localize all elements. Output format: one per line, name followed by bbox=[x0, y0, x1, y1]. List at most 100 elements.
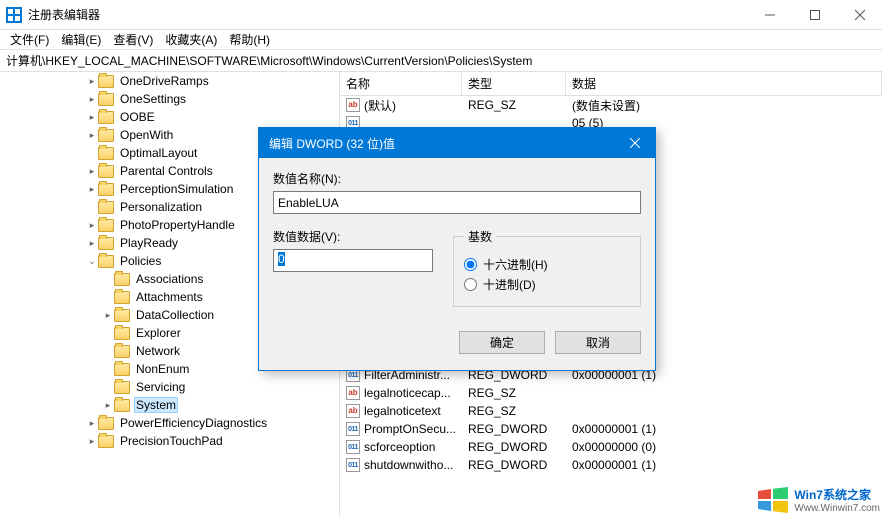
tree-label: System bbox=[134, 397, 178, 413]
tree-label: PerceptionSimulation bbox=[118, 182, 235, 196]
menubar: 文件(F) 编辑(E) 查看(V) 收藏夹(A) 帮助(H) bbox=[0, 30, 882, 50]
list-row[interactable]: (默认)REG_SZ(数值未设置) bbox=[340, 96, 882, 114]
chevron-right-icon[interactable]: ▸ bbox=[102, 310, 114, 321]
menu-favorites[interactable]: 收藏夹(A) bbox=[159, 29, 223, 50]
value-type: REG_SZ bbox=[462, 386, 566, 400]
radix-hex-row[interactable]: 十六进制(H) bbox=[464, 256, 630, 273]
list-header: 名称 类型 数据 bbox=[340, 72, 882, 96]
tree-item[interactable]: ▸OOBE bbox=[0, 108, 339, 126]
chevron-right-icon[interactable]: ▸ bbox=[86, 112, 98, 123]
tree-label: Parental Controls bbox=[118, 164, 215, 178]
value-data: 0x00000001 (1) bbox=[566, 422, 882, 436]
address-bar[interactable]: 计算机\HKEY_LOCAL_MACHINE\SOFTWARE\Microsof… bbox=[0, 50, 882, 72]
dialog-title-text: 编辑 DWORD (32 位)值 bbox=[269, 135, 395, 152]
list-row[interactable]: legalnoticetextREG_SZ bbox=[340, 402, 882, 420]
maximize-button[interactable] bbox=[792, 0, 837, 30]
string-value-icon bbox=[346, 404, 360, 418]
tree-label: NonEnum bbox=[134, 362, 191, 376]
folder-icon bbox=[98, 417, 114, 430]
radix-dec-row[interactable]: 十进制(D) bbox=[464, 276, 630, 293]
close-button[interactable] bbox=[837, 0, 882, 30]
folder-icon bbox=[98, 435, 114, 448]
tree-label: OptimalLayout bbox=[118, 146, 199, 160]
watermark-line1: Win7系统之家 bbox=[794, 486, 880, 503]
tree-item[interactable]: ▸ System bbox=[0, 396, 339, 414]
minimize-button[interactable] bbox=[747, 0, 792, 30]
menu-view[interactable]: 查看(V) bbox=[107, 29, 159, 50]
chevron-right-icon[interactable]: ▸ bbox=[86, 418, 98, 429]
menu-edit[interactable]: 编辑(E) bbox=[55, 29, 107, 50]
value-name-input[interactable] bbox=[273, 191, 641, 214]
col-header-type[interactable]: 类型 bbox=[462, 72, 566, 95]
chevron-right-icon[interactable]: ▸ bbox=[86, 184, 98, 195]
dword-value-icon bbox=[346, 440, 360, 454]
folder-icon bbox=[98, 129, 114, 142]
folder-icon bbox=[114, 327, 130, 340]
folder-icon bbox=[98, 165, 114, 178]
value-type: REG_DWORD bbox=[462, 440, 566, 454]
folder-icon bbox=[98, 75, 114, 88]
dialog-titlebar[interactable]: 编辑 DWORD (32 位)值 bbox=[259, 128, 655, 158]
tree-item[interactable]: Servicing bbox=[0, 378, 339, 396]
menu-help[interactable]: 帮助(H) bbox=[223, 29, 276, 50]
radix-dec-radio[interactable] bbox=[464, 278, 477, 291]
app-icon bbox=[6, 7, 22, 23]
tree-label: OneDriveRamps bbox=[118, 74, 211, 88]
radix-fieldset: 基数 十六进制(H) 十进制(D) bbox=[453, 228, 641, 307]
watermark-line2: Www.Winwin7.com bbox=[794, 503, 880, 514]
tree-item[interactable]: ▸ OneDriveRamps bbox=[0, 72, 339, 90]
folder-icon bbox=[98, 183, 114, 196]
tree-item[interactable]: ▸PrecisionTouchPad bbox=[0, 432, 339, 450]
radix-legend: 基数 bbox=[464, 228, 496, 245]
tree-label: PhotoPropertyHandle bbox=[118, 218, 237, 232]
chevron-right-icon[interactable]: ▸ bbox=[86, 76, 98, 87]
folder-icon bbox=[114, 363, 130, 376]
value-data: (数值未设置) bbox=[566, 97, 882, 114]
col-header-data[interactable]: 数据 bbox=[566, 72, 882, 95]
titlebar: 注册表编辑器 bbox=[0, 0, 882, 30]
folder-icon bbox=[98, 111, 114, 124]
tree-label: OpenWith bbox=[118, 128, 175, 142]
folder-icon bbox=[114, 345, 130, 358]
folder-icon bbox=[114, 399, 130, 412]
edit-dword-dialog: 编辑 DWORD (32 位)值 数值名称(N): 数值数据(V): 0 基数 … bbox=[258, 127, 656, 371]
watermark-icon bbox=[756, 485, 790, 515]
tree-label: Network bbox=[134, 344, 182, 358]
list-row[interactable]: scforceoptionREG_DWORD0x00000000 (0) bbox=[340, 438, 882, 456]
watermark: Win7系统之家 Www.Winwin7.com bbox=[756, 485, 880, 515]
value-name: PromptOnSecu... bbox=[364, 422, 456, 436]
tree-label: OneSettings bbox=[118, 92, 188, 106]
tree-label: Personalization bbox=[118, 200, 204, 214]
ok-button[interactable]: 确定 bbox=[459, 331, 545, 354]
folder-icon bbox=[98, 237, 114, 250]
chevron-right-icon[interactable]: ▸ bbox=[86, 166, 98, 177]
folder-icon bbox=[98, 201, 114, 214]
list-row[interactable]: PromptOnSecu...REG_DWORD0x00000001 (1) bbox=[340, 420, 882, 438]
value-data-input[interactable]: 0 bbox=[273, 249, 433, 272]
value-name-label: 数值名称(N): bbox=[273, 170, 641, 187]
dialog-close-button[interactable] bbox=[615, 128, 655, 158]
list-row[interactable]: shutdownwitho...REG_DWORD0x00000001 (1) bbox=[340, 456, 882, 474]
chevron-right-icon[interactable]: ▸ bbox=[86, 238, 98, 249]
window-title: 注册表编辑器 bbox=[28, 6, 747, 23]
cancel-button[interactable]: 取消 bbox=[555, 331, 641, 354]
menu-file[interactable]: 文件(F) bbox=[4, 29, 55, 50]
radix-hex-radio[interactable] bbox=[464, 258, 477, 271]
col-header-name[interactable]: 名称 bbox=[340, 72, 462, 95]
value-name: legalnoticecap... bbox=[364, 386, 451, 400]
list-row[interactable]: legalnoticecap... REG_SZ bbox=[340, 384, 882, 402]
chevron-right-icon[interactable]: ▸ bbox=[86, 130, 98, 141]
tree-label: Associations bbox=[134, 272, 205, 286]
tree-item[interactable]: ▸ OneSettings bbox=[0, 90, 339, 108]
chevron-right-icon[interactable]: ▸ bbox=[102, 400, 114, 411]
chevron-right-icon[interactable]: ▸ bbox=[86, 220, 98, 231]
tree-item[interactable]: ▸PowerEfficiencyDiagnostics bbox=[0, 414, 339, 432]
chevron-right-icon[interactable]: ▸ bbox=[86, 94, 98, 105]
folder-icon bbox=[114, 291, 130, 304]
folder-icon bbox=[114, 381, 130, 394]
value-name: shutdownwitho... bbox=[364, 458, 453, 472]
chevron-down-icon[interactable]: ⌄ bbox=[86, 256, 98, 267]
string-value-icon bbox=[346, 386, 360, 400]
string-value-icon bbox=[346, 98, 360, 112]
chevron-right-icon[interactable]: ▸ bbox=[86, 436, 98, 447]
